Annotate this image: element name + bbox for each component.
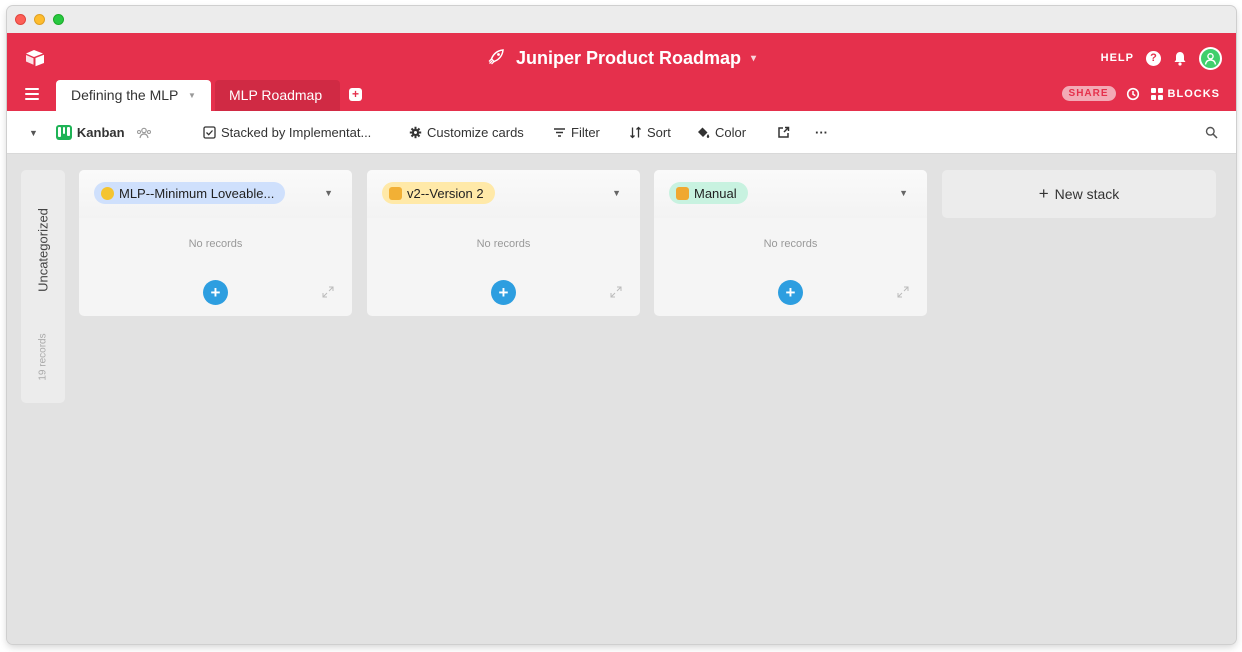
stack-label: MLP--Minimum Loveable... (119, 185, 275, 201)
blocks-icon (1150, 87, 1163, 100)
share-view-button[interactable] (777, 111, 790, 154)
chevron-down-icon[interactable]: ▼ (612, 188, 621, 198)
tab-label: MLP Roadmap (229, 87, 323, 103)
history-icon[interactable] (1126, 87, 1140, 101)
minimize-window-button[interactable] (34, 14, 45, 25)
stack-mlp: MLP--Minimum Loveable... ▼ No records + (79, 170, 352, 316)
share-view-icon (778, 126, 790, 138)
paint-bucket-icon (698, 127, 710, 138)
expand-icon[interactable] (610, 286, 622, 298)
search-button[interactable] (1205, 111, 1218, 154)
flexed-biceps-icon (676, 186, 689, 200)
sort-label: Sort (647, 125, 671, 140)
chevron-down-icon: ▾ (751, 53, 757, 64)
add-record-button[interactable]: + (491, 280, 516, 305)
tab-defining-the-mlp[interactable]: Defining the MLP ▼ (56, 80, 211, 111)
expand-icon[interactable] (897, 286, 909, 298)
uncategorized-record-count: 19 records (37, 333, 49, 381)
close-window-button[interactable] (15, 14, 26, 25)
view-switcher[interactable]: ▼ Kanban (29, 111, 152, 154)
no-records-text: No records (188, 238, 243, 250)
chevron-down-icon[interactable]: ▼ (324, 188, 333, 198)
chevron-down-icon[interactable]: ▼ (899, 188, 908, 198)
new-stack-label: New stack (1054, 186, 1120, 202)
tab-mlp-roadmap[interactable]: MLP Roadmap (215, 80, 340, 111)
filter-icon (554, 128, 565, 137)
chevron-down-icon[interactable]: ▼ (188, 91, 196, 100)
no-records-text: No records (763, 238, 818, 250)
uncategorized-stack-collapsed[interactable]: Uncategorized 19 records (21, 170, 65, 403)
stack-label: Manual (694, 185, 737, 201)
stack-header: v2--Version 2 ▼ (367, 170, 640, 218)
user-icon (1204, 52, 1217, 65)
more-options-icon: ··· (815, 125, 828, 140)
blocks-label: BLOCKS (1167, 87, 1220, 100)
add-table-icon[interactable]: + (349, 88, 362, 101)
base-title[interactable]: Juniper Product Roadmap ▾ (7, 48, 1236, 69)
stack-label-pill[interactable]: Manual (669, 182, 748, 204)
add-record-button[interactable]: + (203, 280, 228, 305)
kanban-icon (55, 125, 72, 140)
yellow-heart-icon (101, 186, 114, 200)
plus-icon: + (1038, 184, 1049, 203)
app-window: Juniper Product Roadmap ▾ HELP ? Definin… (7, 6, 1236, 644)
share-button[interactable]: SHARE (1061, 86, 1116, 101)
stack-manual: Manual ▼ No records + (654, 170, 927, 316)
gear-icon (409, 126, 422, 139)
view-name[interactable]: Kanban (77, 125, 125, 140)
filter-label: Filter (571, 125, 600, 140)
uncategorized-title: Uncategorized (35, 208, 51, 292)
stack-header: Manual ▼ (654, 170, 927, 218)
app-header: Juniper Product Roadmap ▾ HELP ? Definin… (7, 33, 1236, 111)
hamburger-menu-icon[interactable] (25, 88, 39, 100)
stack-label-pill[interactable]: v2--Version 2 (382, 182, 495, 204)
sort-icon (630, 126, 641, 139)
tab-label: Defining the MLP (71, 87, 179, 103)
stack-header: MLP--Minimum Loveable... ▼ (79, 170, 352, 218)
zoom-window-button[interactable] (53, 14, 64, 25)
stack-label-pill[interactable]: MLP--Minimum Loveable... (94, 182, 286, 204)
customize-cards-label: Customize cards (427, 125, 524, 140)
stack-v2: v2--Version 2 ▼ No records + (367, 170, 640, 316)
sort-button[interactable]: Sort (629, 111, 671, 154)
no-records-text: No records (476, 238, 531, 250)
filter-button[interactable]: Filter (553, 111, 600, 154)
search-icon (1205, 126, 1218, 139)
user-avatar[interactable] (1199, 46, 1222, 70)
base-title-text: Juniper Product Roadmap (515, 48, 741, 68)
new-stack-button[interactable]: + New stack (942, 170, 1216, 218)
chevron-down-icon[interactable]: ▼ (29, 128, 38, 138)
help-icon[interactable]: ? (1146, 50, 1161, 66)
customize-cards-button[interactable]: Customize cards (409, 111, 524, 154)
help-link[interactable]: HELP (1101, 52, 1134, 64)
view-toolbar: ▼ Kanban Stacked by Implementat... Custo… (7, 111, 1236, 154)
more-options-button[interactable]: ··· (815, 111, 828, 154)
notification-bell-icon[interactable] (1173, 51, 1187, 66)
rocket-icon (488, 49, 504, 65)
stacked-by-label: Stacked by Implementat... (221, 125, 372, 140)
add-record-button[interactable]: + (778, 280, 803, 305)
kanban-board: Uncategorized 19 records MLP--Minimum Lo… (7, 154, 1236, 644)
expand-icon[interactable] (322, 286, 334, 298)
color-button[interactable]: Color (697, 111, 746, 154)
stack-label: v2--Version 2 (407, 185, 484, 201)
window-titlebar (7, 6, 1236, 33)
blocks-button[interactable]: BLOCKS (1150, 87, 1220, 101)
stacked-by-button[interactable]: Stacked by Implementat... (203, 111, 371, 154)
victory-hand-icon (389, 186, 402, 200)
color-label: Color (715, 125, 747, 140)
stacked-by-icon (203, 126, 216, 139)
shared-view-people-icon[interactable] (136, 127, 152, 139)
